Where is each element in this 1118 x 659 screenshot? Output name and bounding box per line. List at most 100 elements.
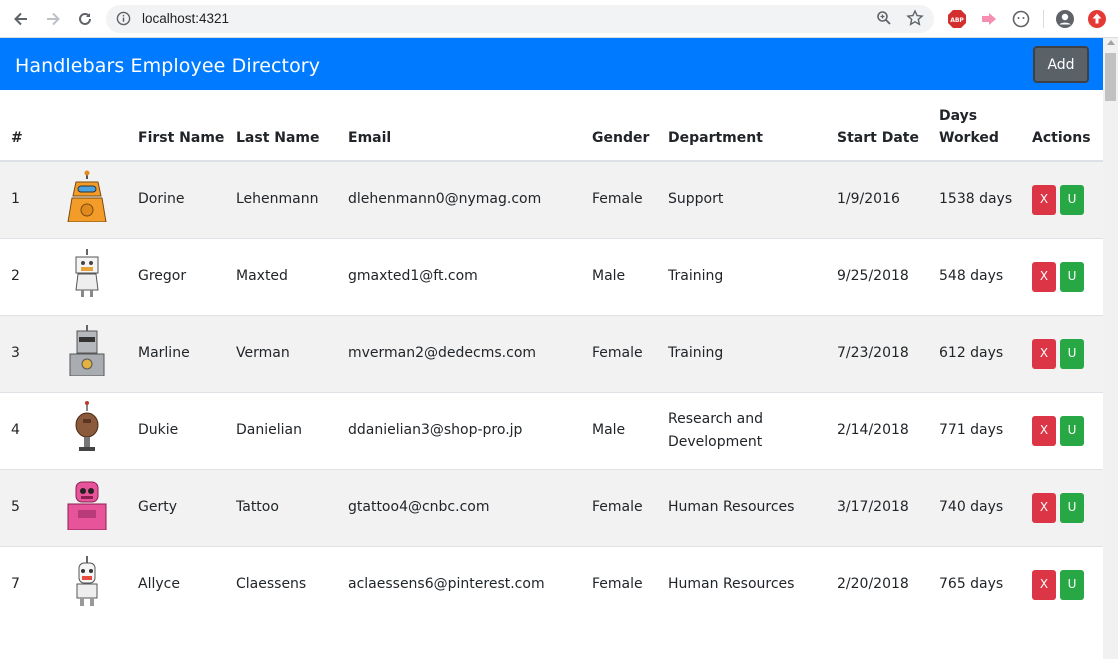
update-icon[interactable] (1087, 9, 1107, 29)
cell-first-name: Marline (138, 314, 236, 392)
delete-button[interactable]: X (1032, 184, 1056, 215)
svg-text:ABP: ABP (950, 17, 964, 24)
column-header-avatar (56, 92, 138, 162)
update-button[interactable]: U (1060, 338, 1084, 369)
column-header-last-name: Last Name (236, 92, 348, 162)
robot-avatar-icon (62, 324, 138, 384)
cell-actions: XU (1032, 314, 1103, 392)
cell-id: 2 (0, 237, 56, 315)
add-employee-button[interactable]: Add (1033, 46, 1089, 83)
cell-last-name: Tattoo (236, 468, 348, 546)
cell-email: ddanielian3@shop-pro.jp (348, 391, 592, 469)
address-bar[interactable]: localhost:4321 (106, 5, 934, 33)
avatar-cell (56, 314, 138, 392)
cell-last-name: Claessens (236, 545, 348, 623)
url-text: localhost:4321 (142, 11, 230, 26)
cell-id: 1 (0, 160, 56, 238)
avatar-cell (56, 545, 138, 623)
employee-table-container: # First Name Last Name Email Gender Depa… (0, 92, 1103, 659)
delete-button[interactable]: X (1032, 492, 1056, 523)
cell-last-name: Maxted (236, 237, 348, 315)
cell-id: 5 (0, 468, 56, 546)
avatar-cell (56, 391, 138, 469)
robot-avatar-icon (62, 170, 138, 230)
back-arrow-icon[interactable] (10, 8, 32, 30)
cell-id: 3 (0, 314, 56, 392)
extension-face-icon[interactable] (1011, 9, 1031, 29)
delete-button[interactable]: X (1032, 415, 1056, 446)
column-header-gender: Gender (592, 92, 668, 162)
robot-avatar-icon (62, 247, 138, 307)
toolbar-divider (1043, 10, 1044, 28)
cell-actions: XU (1032, 545, 1103, 623)
cell-email: dlehenmann0@nymag.com (348, 160, 592, 238)
cell-email: gtattoo4@cnbc.com (348, 468, 592, 546)
cell-actions: XU (1032, 160, 1103, 238)
column-header-department: Department (668, 92, 837, 162)
cell-department: Training (668, 314, 837, 392)
delete-button[interactable]: X (1032, 569, 1056, 600)
reload-icon[interactable] (74, 8, 96, 30)
cell-department: Training (668, 237, 837, 315)
cell-gender: Female (592, 160, 668, 238)
cell-actions: XU (1032, 468, 1103, 546)
robot-avatar-icon (62, 400, 138, 461)
avatar-cell (56, 160, 138, 238)
column-header-actions: Actions (1032, 92, 1103, 162)
cell-days-worked: 612 days (939, 314, 1032, 392)
cell-department: Research and Development (668, 391, 837, 469)
cell-first-name: Allyce (138, 545, 236, 623)
info-icon[interactable] (116, 11, 131, 30)
scroll-up-arrow-icon[interactable] (1107, 40, 1115, 45)
scrollbar-thumb[interactable] (1105, 53, 1116, 101)
cell-department: Human Resources (668, 468, 837, 546)
cell-gender: Male (592, 391, 668, 469)
robot-avatar-icon (62, 478, 138, 538)
cell-days-worked: 1538 days (939, 160, 1032, 238)
cell-start-date: 1/9/2016 (837, 160, 939, 238)
cell-actions: XU (1032, 237, 1103, 315)
cell-gender: Female (592, 545, 668, 623)
app-title: Handlebars Employee Directory (15, 55, 321, 77)
cell-id: 4 (0, 391, 56, 469)
cell-gender: Female (592, 314, 668, 392)
forward-arrow-icon[interactable] (42, 8, 64, 30)
cell-first-name: Gerty (138, 468, 236, 546)
cell-start-date: 2/14/2018 (837, 391, 939, 469)
cell-start-date: 7/23/2018 (837, 314, 939, 392)
table-row: 2 Gregor Maxted gmaxted1@ft.com Male Training… (0, 237, 1103, 315)
table-row: 7 Allyce Claessens aclaessens6@pinterest.co… (0, 545, 1103, 623)
scrollbar[interactable] (1103, 38, 1118, 659)
avatar-cell (56, 468, 138, 546)
bookmark-star-icon[interactable] (906, 9, 924, 31)
update-button[interactable]: U (1060, 492, 1084, 523)
profile-avatar-icon[interactable] (1055, 9, 1075, 29)
cell-start-date: 9/25/2018 (837, 237, 939, 315)
cell-last-name: Danielian (236, 391, 348, 469)
update-button[interactable]: U (1060, 415, 1084, 446)
cell-first-name: Dukie (138, 391, 236, 469)
cell-last-name: Lehenmann (236, 160, 348, 238)
employee-table: # First Name Last Name Email Gender Depa… (0, 92, 1103, 623)
update-button[interactable]: U (1060, 261, 1084, 292)
cell-department: Support (668, 160, 837, 238)
zoom-icon[interactable] (876, 10, 892, 30)
column-header-number: # (0, 92, 56, 162)
extension-arrow-icon[interactable] (979, 9, 999, 29)
cell-actions: XU (1032, 391, 1103, 469)
update-button[interactable]: U (1060, 569, 1084, 600)
delete-button[interactable]: X (1032, 261, 1056, 292)
table-row: 5 Gerty Tattoo gtattoo4@cnbc.com Female Human… (0, 468, 1103, 546)
cell-days-worked: 740 days (939, 468, 1032, 546)
column-header-first-name: First Name (138, 92, 236, 162)
browser-toolbar: localhost:4321 ABP (0, 0, 1118, 38)
update-button[interactable]: U (1060, 184, 1084, 215)
cell-id: 7 (0, 545, 56, 623)
cell-days-worked: 765 days (939, 545, 1032, 623)
cell-start-date: 2/20/2018 (837, 545, 939, 623)
adblock-icon[interactable]: ABP (947, 9, 967, 29)
delete-button[interactable]: X (1032, 338, 1056, 369)
column-header-email: Email (348, 92, 592, 162)
cell-email: aclaessens6@pinterest.com (348, 545, 592, 623)
cell-email: gmaxted1@ft.com (348, 237, 592, 315)
